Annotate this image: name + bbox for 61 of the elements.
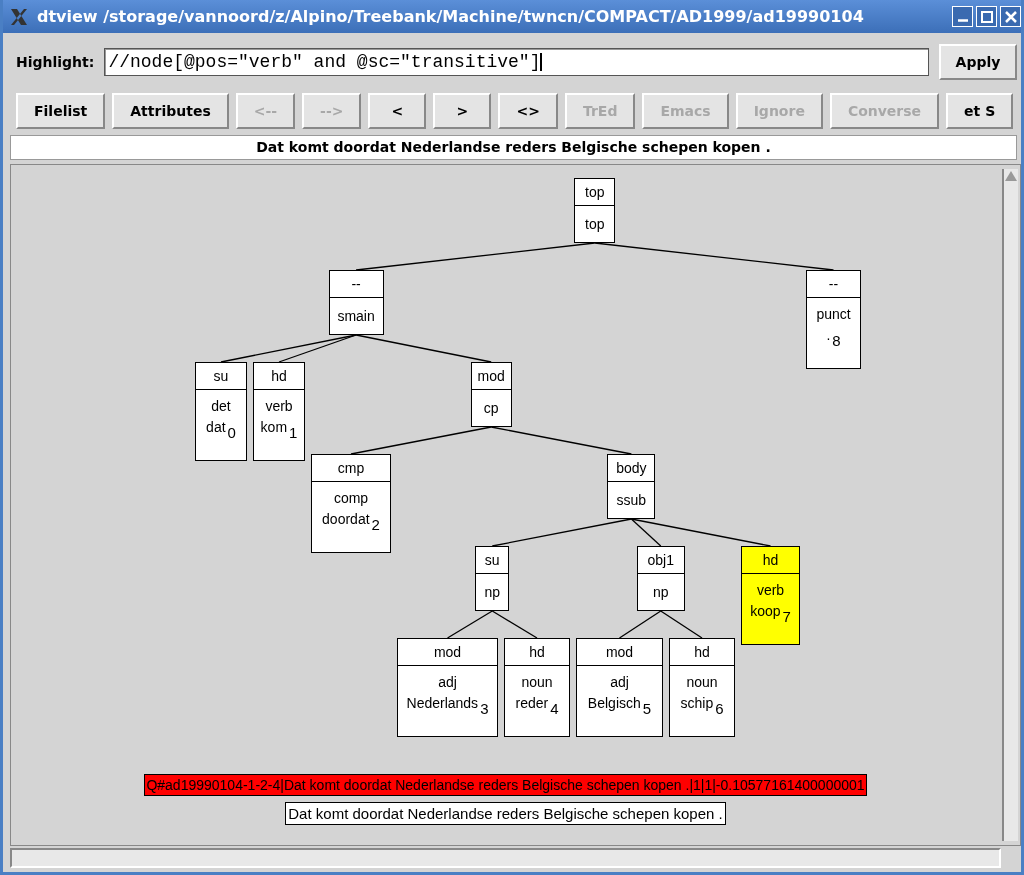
sentence-box: Dat komt doordat Nederlandse reders Belgische schepen kopen . bbox=[285, 802, 726, 825]
tree-edge bbox=[660, 610, 703, 639]
toolbar-button[interactable]: > bbox=[433, 93, 492, 129]
category-label: np bbox=[483, 583, 502, 602]
maximize-icon bbox=[979, 9, 994, 24]
relation-label: top bbox=[575, 179, 615, 206]
relation-label: hd bbox=[742, 547, 799, 574]
pos-label: noun bbox=[686, 674, 718, 690]
pos-label: punct bbox=[816, 306, 851, 322]
category-label: np bbox=[651, 583, 670, 602]
tree-node[interactable]: su np bbox=[475, 546, 510, 611]
tree-edge bbox=[446, 610, 493, 639]
relation-label: mod bbox=[471, 363, 511, 390]
relation-label: su bbox=[196, 363, 246, 390]
close-icon bbox=[1003, 9, 1018, 24]
tree-node[interactable]: top top bbox=[574, 178, 616, 243]
pos-label: adj bbox=[610, 674, 629, 690]
sentence-bar: Dat komt doordat Nederlandse reders Belgische schepen kopen . bbox=[10, 135, 1017, 160]
relation-label: obj1 bbox=[637, 547, 684, 574]
relation-label: cmp bbox=[312, 455, 390, 482]
relation-label: su bbox=[476, 547, 509, 574]
toolbar-button[interactable]: Attributes bbox=[112, 93, 229, 129]
toolbar-button[interactable]: et S bbox=[946, 93, 1014, 129]
toolbar-button[interactable]: < bbox=[368, 93, 427, 129]
horizontal-scrollbar[interactable] bbox=[10, 848, 1001, 868]
tree-node[interactable]: -- smain bbox=[328, 270, 384, 335]
tree-node[interactable]: body ssub bbox=[607, 454, 656, 519]
highlight-field[interactable]: //node[@pos="verb" and @sc="transitive"] bbox=[104, 48, 929, 76]
close-button[interactable] bbox=[1000, 6, 1021, 27]
tree-node[interactable]: mod cp bbox=[470, 362, 512, 427]
pos-label: noun bbox=[521, 674, 553, 690]
minimize-button[interactable] bbox=[952, 6, 973, 27]
maximize-button[interactable] bbox=[976, 6, 997, 27]
relation-label: hd bbox=[505, 639, 569, 666]
relation-label: hd bbox=[670, 639, 734, 666]
pos-label: comp bbox=[333, 490, 369, 506]
relation-label: hd bbox=[254, 363, 304, 390]
window-title: dtview /storage/vannoord/z/Alpino/Treebank/Machine/twncn/COMPACT/AD1999/ad19990104 bbox=[37, 7, 865, 26]
relation-label: mod bbox=[398, 639, 497, 666]
pos-label: det bbox=[211, 398, 231, 414]
toolbar-button[interactable]: <> bbox=[498, 93, 558, 129]
tree-edge bbox=[618, 610, 662, 639]
tree-edge bbox=[491, 610, 538, 639]
apply-button[interactable]: Apply bbox=[939, 44, 1017, 80]
vertical-scrollbar[interactable] bbox=[1002, 169, 1018, 841]
category-label: top bbox=[584, 215, 606, 234]
relation-label: mod bbox=[577, 639, 662, 666]
category-label: smain bbox=[336, 307, 376, 326]
relation-label: -- bbox=[329, 271, 383, 298]
category-label: cp bbox=[482, 399, 500, 418]
category-label: ssub bbox=[615, 491, 648, 510]
pos-label: verb bbox=[265, 398, 293, 414]
relation-label: body bbox=[608, 455, 655, 482]
minimize-icon bbox=[957, 19, 968, 22]
toolbar-button[interactable]: Filelist bbox=[16, 93, 106, 129]
pos-label: adj bbox=[438, 674, 457, 690]
highlight-label: Highlight: bbox=[16, 54, 95, 70]
relation-label: -- bbox=[807, 271, 860, 298]
tree-node[interactable]: obj1 np bbox=[636, 546, 685, 611]
x-logo-icon bbox=[9, 6, 29, 27]
pos-label: verb bbox=[756, 582, 785, 598]
